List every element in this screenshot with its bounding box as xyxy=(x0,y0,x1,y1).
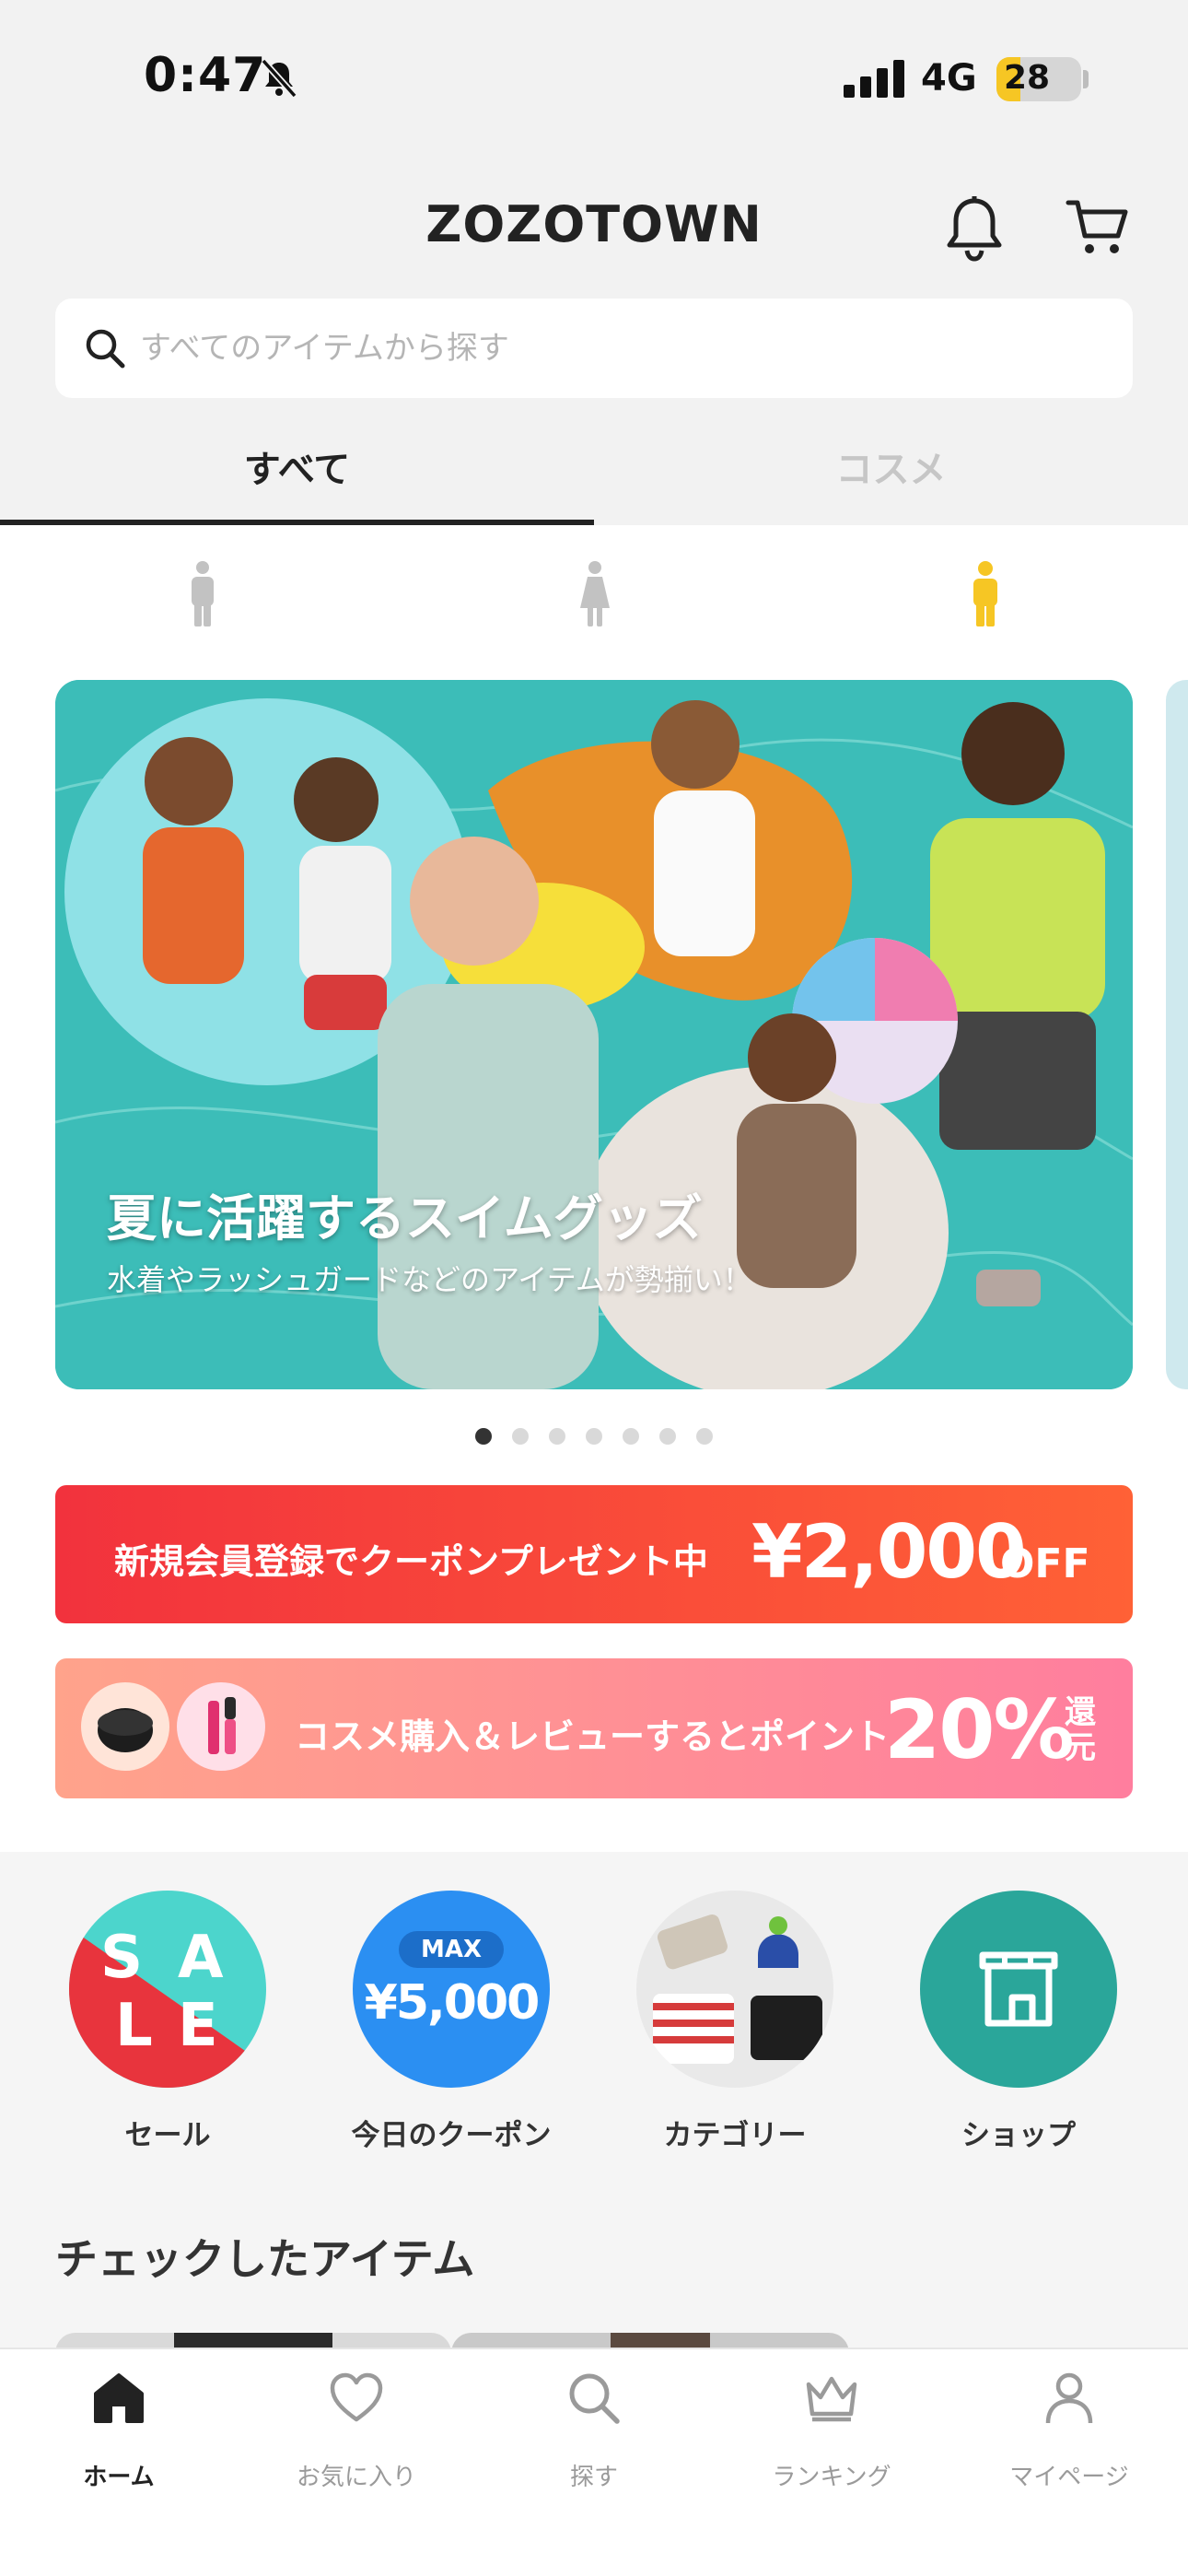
cosme-promo-text: コスメ購入＆レビューするとポイント xyxy=(295,1716,891,1757)
quick-coupon[interactable]: MAX ¥5,000 今日のクーポン xyxy=(332,1891,571,2152)
category-tabs: すべて コスメ xyxy=(0,424,1188,525)
carousel-dot[interactable] xyxy=(549,1428,565,1445)
section-title-checked-items: チェックしたアイテム xyxy=(55,2234,475,2284)
quick-category-label: カテゴリー xyxy=(663,2119,807,2152)
network-type: 4G xyxy=(921,57,977,100)
carousel-dots xyxy=(0,1428,1188,1446)
carousel-dot[interactable] xyxy=(659,1428,676,1445)
heart-icon xyxy=(330,2372,383,2422)
lip-gloss-image xyxy=(177,1682,265,1771)
signup-promo-amount: ¥2,000 xyxy=(751,1509,1027,1595)
banner-title: 夏に活躍するスイムグッズ xyxy=(107,1189,703,1247)
sale-icon: S A L E xyxy=(69,1891,266,2088)
carousel-dot[interactable] xyxy=(623,1428,639,1445)
search-icon xyxy=(569,2373,620,2424)
app-header: ZOZOTOWN すべて コスメ xyxy=(0,147,1188,525)
hero-banner[interactable]: 夏に活躍するスイムグッズ 水着やラッシュガードなどのアイテムが勢揃い！ xyxy=(55,680,1133,1389)
carousel-dot[interactable] xyxy=(512,1428,529,1445)
nav-ranking[interactable]: ランキング xyxy=(713,2364,950,2512)
nav-search[interactable]: 探す xyxy=(475,2364,713,2512)
nav-home-label: ホーム xyxy=(83,2464,155,2491)
nav-favorites-label: お気に入り xyxy=(296,2464,416,2491)
quick-sale[interactable]: S A L E セール xyxy=(48,1891,287,2152)
cosme-promo-suffix: 還元 xyxy=(1065,1694,1096,1766)
quick-category[interactable]: カテゴリー xyxy=(615,1891,855,2152)
person-icon xyxy=(1045,2372,1093,2424)
cushion-compact-image xyxy=(81,1682,169,1771)
quick-sale-label: セール xyxy=(124,2119,211,2152)
coupon-icon: MAX ¥5,000 xyxy=(353,1891,550,2088)
sale-letter-s: S xyxy=(100,1924,144,1992)
tab-cosme[interactable]: コスメ xyxy=(594,424,1188,525)
home-icon xyxy=(94,2373,144,2423)
sale-letter-l: L xyxy=(115,1992,153,2060)
notification-bell-icon[interactable] xyxy=(945,195,1004,262)
status-time: 0:47 xyxy=(144,48,267,103)
cart-icon[interactable] xyxy=(1065,193,1131,260)
nav-home[interactable]: ホーム xyxy=(0,2364,238,2512)
carousel-dot[interactable] xyxy=(475,1428,492,1445)
battery-indicator: 28 xyxy=(996,57,1081,101)
quick-shop[interactable]: ショップ xyxy=(899,1891,1138,2152)
quick-shop-label: ショップ xyxy=(961,2119,1076,2152)
main-content: 夏に活躍するスイムグッズ 水着やラッシュガードなどのアイテムが勢揃い！ 新規会員… xyxy=(0,525,1188,1852)
cosme-review-banner[interactable]: コスメ購入＆レビューするとポイント 20% 還元 xyxy=(55,1658,1133,1798)
sale-letter-e: E xyxy=(178,1992,218,2060)
women-icon[interactable] xyxy=(578,560,611,628)
nav-favorites[interactable]: お気に入り xyxy=(238,2364,475,2512)
kids-icon[interactable] xyxy=(969,560,1002,628)
bottom-navigation: ホーム お気に入り 探す ランキング マイページ xyxy=(0,2348,1188,2576)
next-banner-peek[interactable] xyxy=(1166,680,1188,1389)
quick-coupon-label: 今日のクーポン xyxy=(351,2119,552,2152)
men-icon[interactable] xyxy=(186,560,219,628)
tab-all[interactable]: すべて xyxy=(0,424,594,525)
crown-icon xyxy=(806,2376,857,2422)
quick-menu: S A L E セール MAX ¥5,000 今日のクーポン カテゴリー ショッ… xyxy=(0,1852,1188,2360)
nav-ranking-label: ランキング xyxy=(772,2464,891,2491)
cosme-promo-percent: 20% xyxy=(884,1682,1075,1777)
shop-icon xyxy=(920,1891,1117,2088)
category-icon xyxy=(636,1891,833,2088)
search-bar[interactable] xyxy=(55,299,1133,398)
signup-promo-text: 新規会員登録でクーポンプレゼント中 xyxy=(114,1541,708,1582)
carousel-dot[interactable] xyxy=(586,1428,602,1445)
signal-icon xyxy=(844,60,904,98)
search-input[interactable] xyxy=(140,321,1098,376)
status-bar: 0:47 4G 28 xyxy=(0,0,1188,147)
coupon-max-badge: MAX xyxy=(399,1931,504,1968)
battery-tip xyxy=(1083,70,1089,88)
nav-mypage-label: マイページ xyxy=(1009,2464,1129,2491)
search-icon xyxy=(86,329,125,369)
carousel-dot[interactable] xyxy=(696,1428,713,1445)
sale-letter-a: A xyxy=(178,1924,224,1992)
signup-promo-suffix: OFF xyxy=(1000,1540,1090,1587)
nav-search-label: 探す xyxy=(569,2464,618,2491)
banner-subtitle: 水着やラッシュガードなどのアイテムが勢揃い！ xyxy=(107,1262,752,1297)
coupon-amount: ¥5,000 xyxy=(364,1975,541,2031)
bell-muted-icon xyxy=(261,58,297,99)
nav-mypage[interactable]: マイページ xyxy=(950,2364,1188,2512)
battery-percent: 28 xyxy=(1004,59,1051,97)
app-logo[interactable]: ZOZOTOWN xyxy=(0,195,1188,253)
signup-coupon-banner[interactable]: 新規会員登録でクーポンプレゼント中 ¥2,000 OFF xyxy=(55,1485,1133,1623)
